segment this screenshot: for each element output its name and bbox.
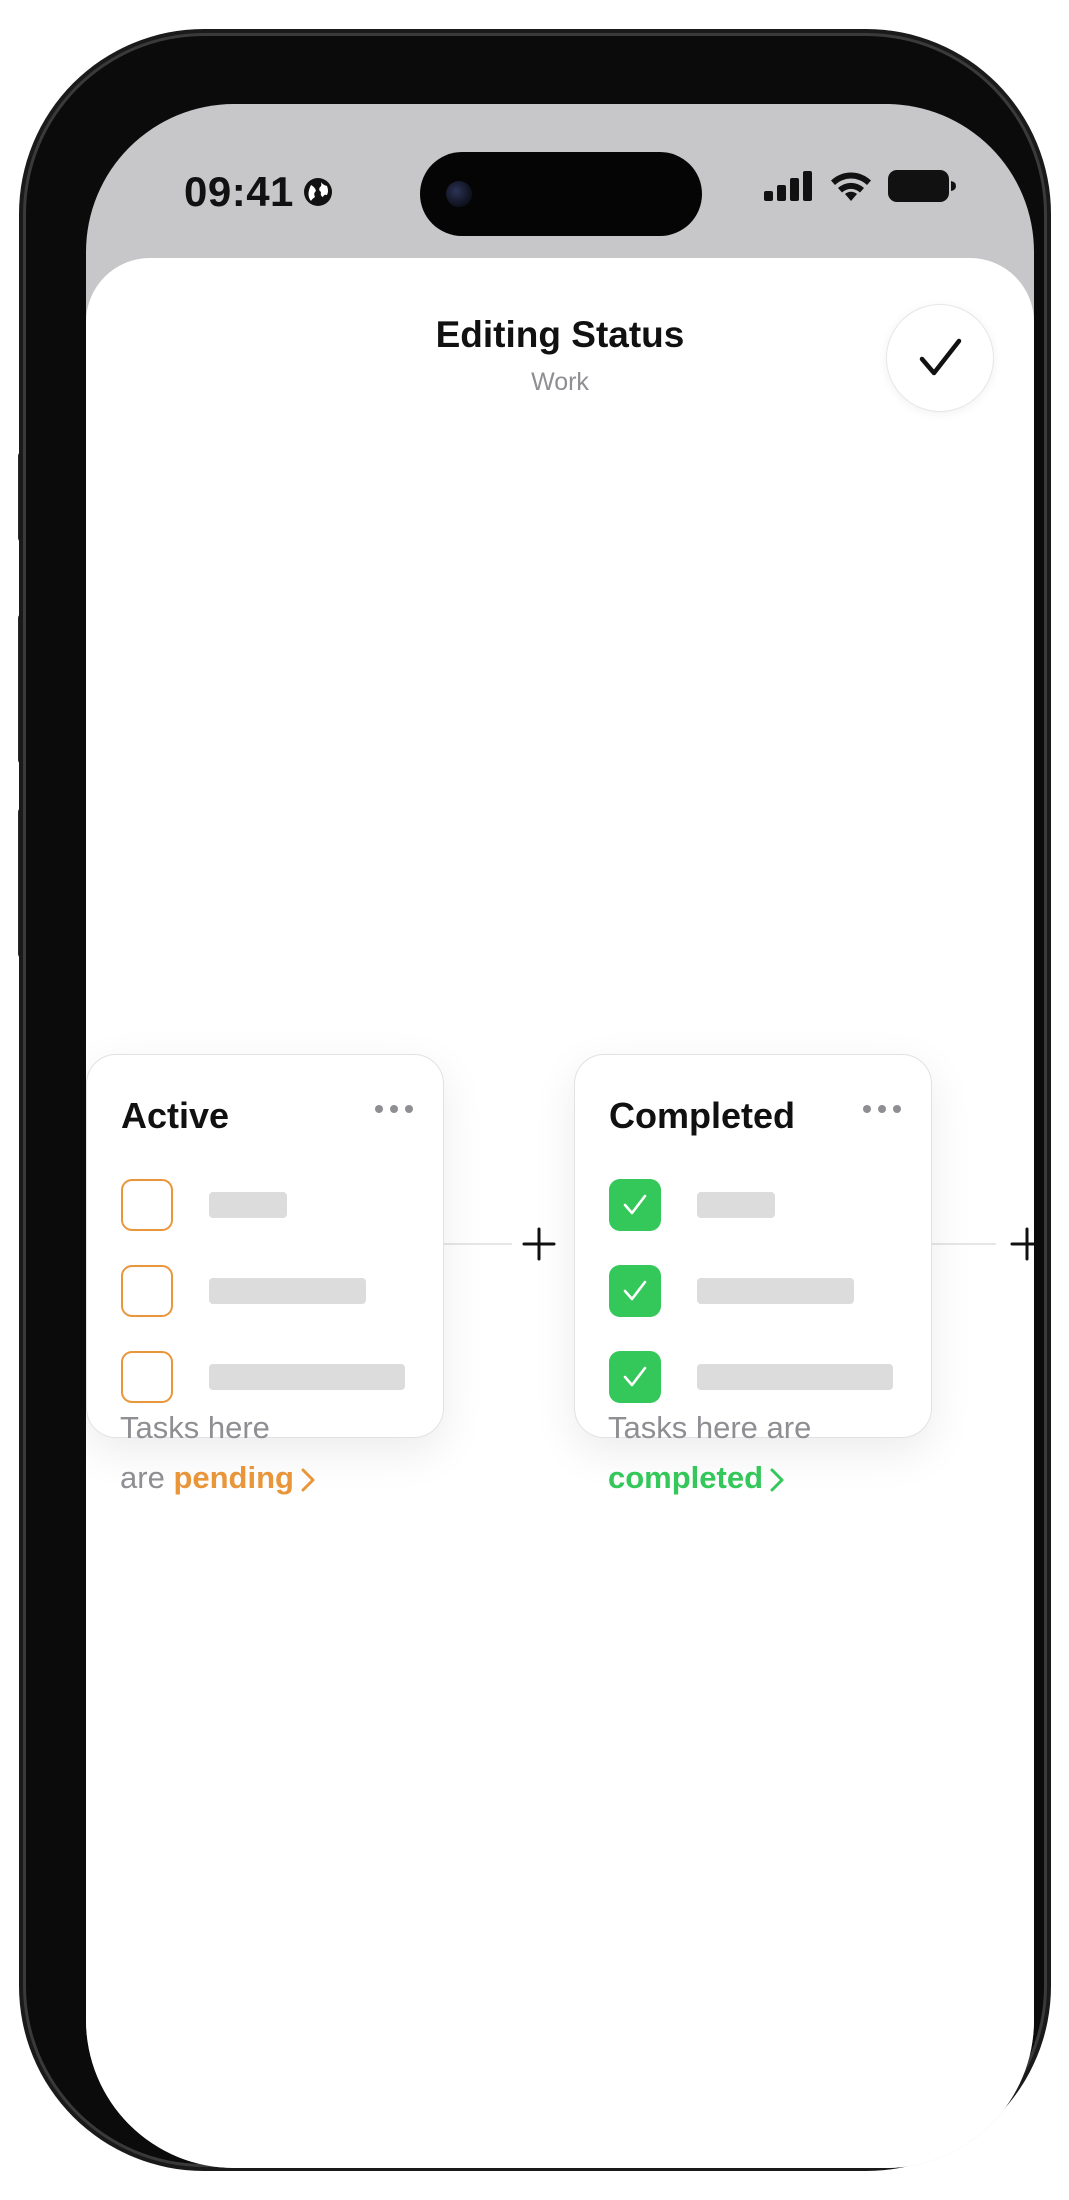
task-checkbox-icon: [121, 1179, 173, 1231]
task-row: [609, 1179, 775, 1231]
status-card-title: Active: [121, 1095, 230, 1136]
status-type-link-pending[interactable]: pending: [173, 1460, 316, 1495]
status-bar: 09:41: [86, 104, 1034, 254]
status-type-label: completed: [608, 1460, 764, 1495]
task-title-placeholder: [697, 1192, 775, 1218]
add-status-button[interactable]: [512, 1217, 566, 1271]
task-title-placeholder: [697, 1364, 893, 1390]
task-checkbox-icon: [121, 1265, 173, 1317]
add-status-button[interactable]: [1000, 1217, 1034, 1271]
task-row: [121, 1351, 405, 1403]
battery-icon: [888, 170, 956, 202]
caption-text: Tasks here are: [608, 1410, 812, 1445]
task-checkbox-checked-icon: [609, 1179, 661, 1231]
cellular-signal-icon: [764, 171, 812, 201]
more-options-icon[interactable]: [375, 1105, 413, 1113]
wifi-icon: [831, 172, 871, 201]
task-title-placeholder: [209, 1192, 287, 1218]
status-icons: [764, 170, 956, 202]
dynamic-island: [420, 152, 702, 236]
status-card-active[interactable]: Active: [86, 1054, 444, 1438]
status-time: 09:41: [184, 168, 294, 215]
caption-text: Tasks here: [120, 1410, 270, 1445]
chevron-right-icon: [770, 1468, 784, 1492]
task-checkbox-checked-icon: [609, 1351, 661, 1403]
edit-status-sheet: Editing Status Work Active Tasks here ar…: [86, 258, 1034, 2168]
task-title-placeholder: [209, 1278, 366, 1304]
task-checkbox-icon: [121, 1351, 173, 1403]
plus-icon: [1010, 1227, 1034, 1261]
task-row: [121, 1265, 366, 1317]
more-options-icon[interactable]: [863, 1105, 901, 1113]
screen: 09:41 Editing Status Work Active Tasks h…: [86, 104, 1034, 2168]
status-caption-completed: Tasks here are completed: [608, 1403, 811, 1503]
task-checkbox-checked-icon: [609, 1265, 661, 1317]
task-row: [609, 1265, 854, 1317]
column-connector: [444, 1243, 512, 1245]
task-row: [121, 1179, 287, 1231]
task-row: [609, 1351, 893, 1403]
task-title-placeholder: [697, 1278, 854, 1304]
status-caption-active: Tasks here are pending: [120, 1403, 316, 1503]
phone-frame: 09:41 Editing Status Work Active Tasks h…: [26, 36, 1044, 2168]
checkmark-icon: [919, 338, 962, 376]
plus-icon: [522, 1227, 556, 1261]
column-connector: [932, 1243, 996, 1245]
status-type-label: pending: [173, 1460, 294, 1495]
done-button[interactable]: [886, 304, 994, 412]
status-time-group: 09:41: [184, 168, 334, 216]
task-title-placeholder: [209, 1364, 405, 1390]
caption-text: are: [120, 1460, 165, 1495]
front-camera: [446, 181, 472, 207]
status-card-completed[interactable]: Completed: [574, 1054, 932, 1438]
status-type-link-completed[interactable]: completed: [608, 1460, 785, 1495]
globe-icon: [303, 178, 332, 206]
chevron-right-icon: [301, 1468, 315, 1492]
status-card-title: Completed: [609, 1095, 796, 1136]
